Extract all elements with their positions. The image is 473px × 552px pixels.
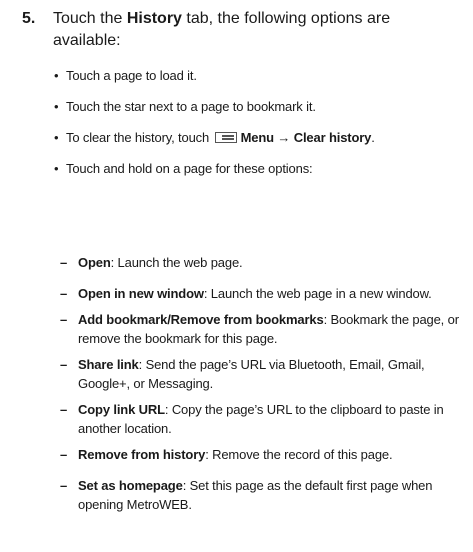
options-bullet-list: • Touch a page to load it. • Touch the s…	[54, 66, 464, 190]
history-tab-name: History	[126, 10, 182, 27]
option-copy-link-url: – Copy link URL: Copy the page’s URL to …	[60, 400, 464, 438]
option-share-link: – Share link: Send the page’s URL via Bl…	[60, 355, 464, 393]
bullet-bookmark-star: • Touch the star next to a page to bookm…	[54, 97, 464, 116]
bullet-dot: •	[54, 68, 59, 83]
bullet-text: Touch a page to load it.	[66, 68, 197, 83]
bullet-load-page: • Touch a page to load it.	[54, 66, 464, 85]
option-label: Share link	[78, 357, 139, 372]
option-label: Open	[78, 255, 111, 270]
dash-marker: –	[60, 357, 68, 372]
bullet-touch-and-hold: • Touch and hold on a page for these opt…	[54, 159, 464, 178]
bullet-dot: •	[54, 99, 59, 114]
arrow-icon: →	[277, 130, 291, 145]
bullet-dot: •	[54, 161, 59, 176]
step-text: Touch the History tab, the following opt…	[53, 8, 453, 52]
bullet-clear-history: • To clear the history, touch Menu → Cle…	[54, 128, 464, 147]
option-add-remove-bookmark: – Add bookmark/Remove from bookmarks: Bo…	[60, 310, 464, 348]
option-label: Remove from history	[78, 447, 206, 462]
step-5: 5. Touch the History tab, the following …	[22, 8, 462, 52]
option-set-as-homepage: – Set as homepage: Set this page as the …	[60, 476, 464, 514]
menu-icon	[214, 132, 237, 143]
bullet-text: Touch the star next to a page to bookmar…	[66, 99, 316, 114]
dash-marker: –	[60, 447, 68, 462]
document-page: 5. Touch the History tab, the following …	[0, 0, 473, 552]
step-text-before: Touch the	[53, 10, 127, 27]
option-remove-from-history: – Remove from history: Remove the record…	[60, 445, 464, 464]
clear-history-label: Clear history	[293, 130, 372, 145]
dash-marker: –	[60, 312, 68, 327]
dash-marker: –	[60, 286, 68, 301]
menu-label: Menu	[240, 130, 274, 145]
step-number: 5.	[22, 10, 36, 27]
option-description: : Launch the web page.	[110, 255, 243, 270]
option-open-in-new-window: – Open in new window: Launch the web pag…	[60, 284, 464, 303]
hold-options-list: – Open: Launch the web page. – Open in n…	[60, 253, 464, 521]
dash-marker: –	[60, 478, 68, 493]
clear-history-suffix: .	[371, 130, 375, 145]
dash-marker: –	[60, 402, 68, 417]
option-open: – Open: Launch the web page.	[60, 253, 464, 272]
dash-marker: –	[60, 255, 68, 270]
option-description: : Remove the record of this page.	[205, 447, 393, 462]
bullet-dot: •	[54, 130, 59, 145]
option-label: Set as homepage	[78, 478, 183, 493]
option-label: Copy link URL	[78, 402, 165, 417]
clear-history-prefix: To clear the history, touch	[66, 130, 213, 145]
option-label: Open in new window	[78, 286, 204, 301]
bullet-text: Touch and hold on a page for these optio…	[66, 161, 313, 176]
option-label: Add bookmark/Remove from bookmarks	[78, 312, 324, 327]
option-description: : Launch the web page in a new window.	[203, 286, 432, 301]
